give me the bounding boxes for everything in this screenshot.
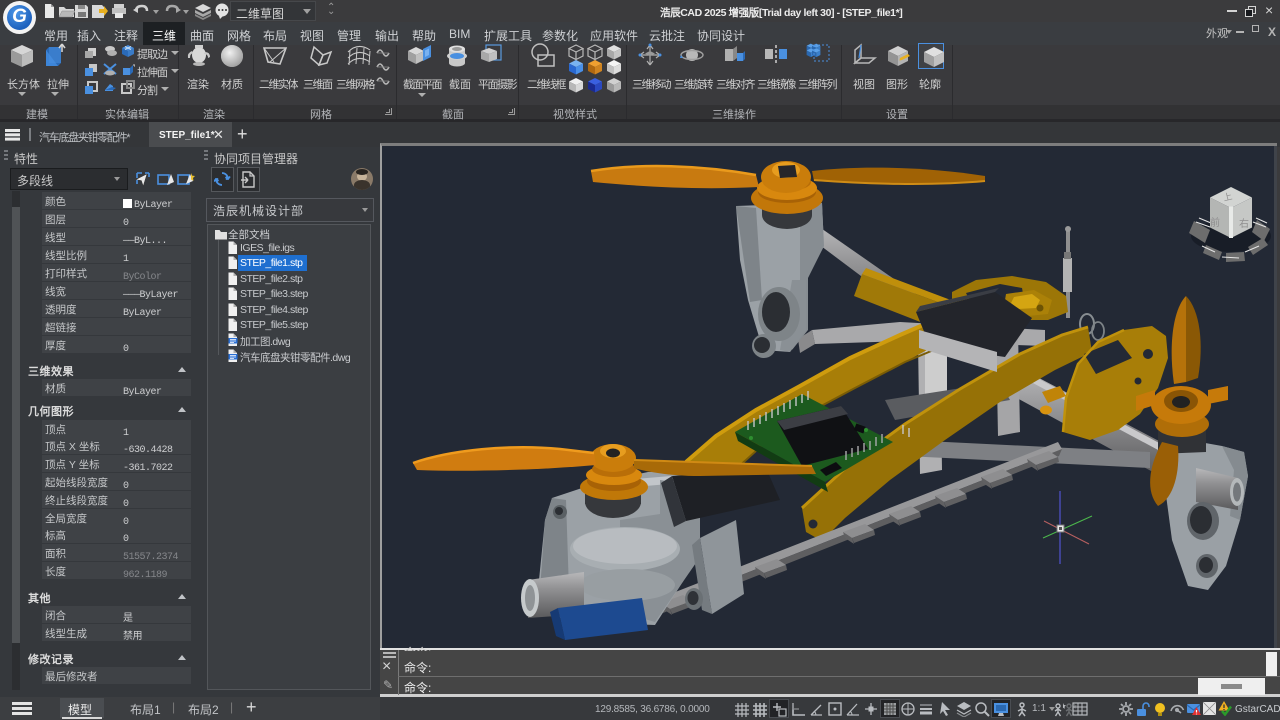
svg-text:前: 前 xyxy=(1210,216,1220,229)
svg-text:右: 右 xyxy=(1239,217,1249,230)
